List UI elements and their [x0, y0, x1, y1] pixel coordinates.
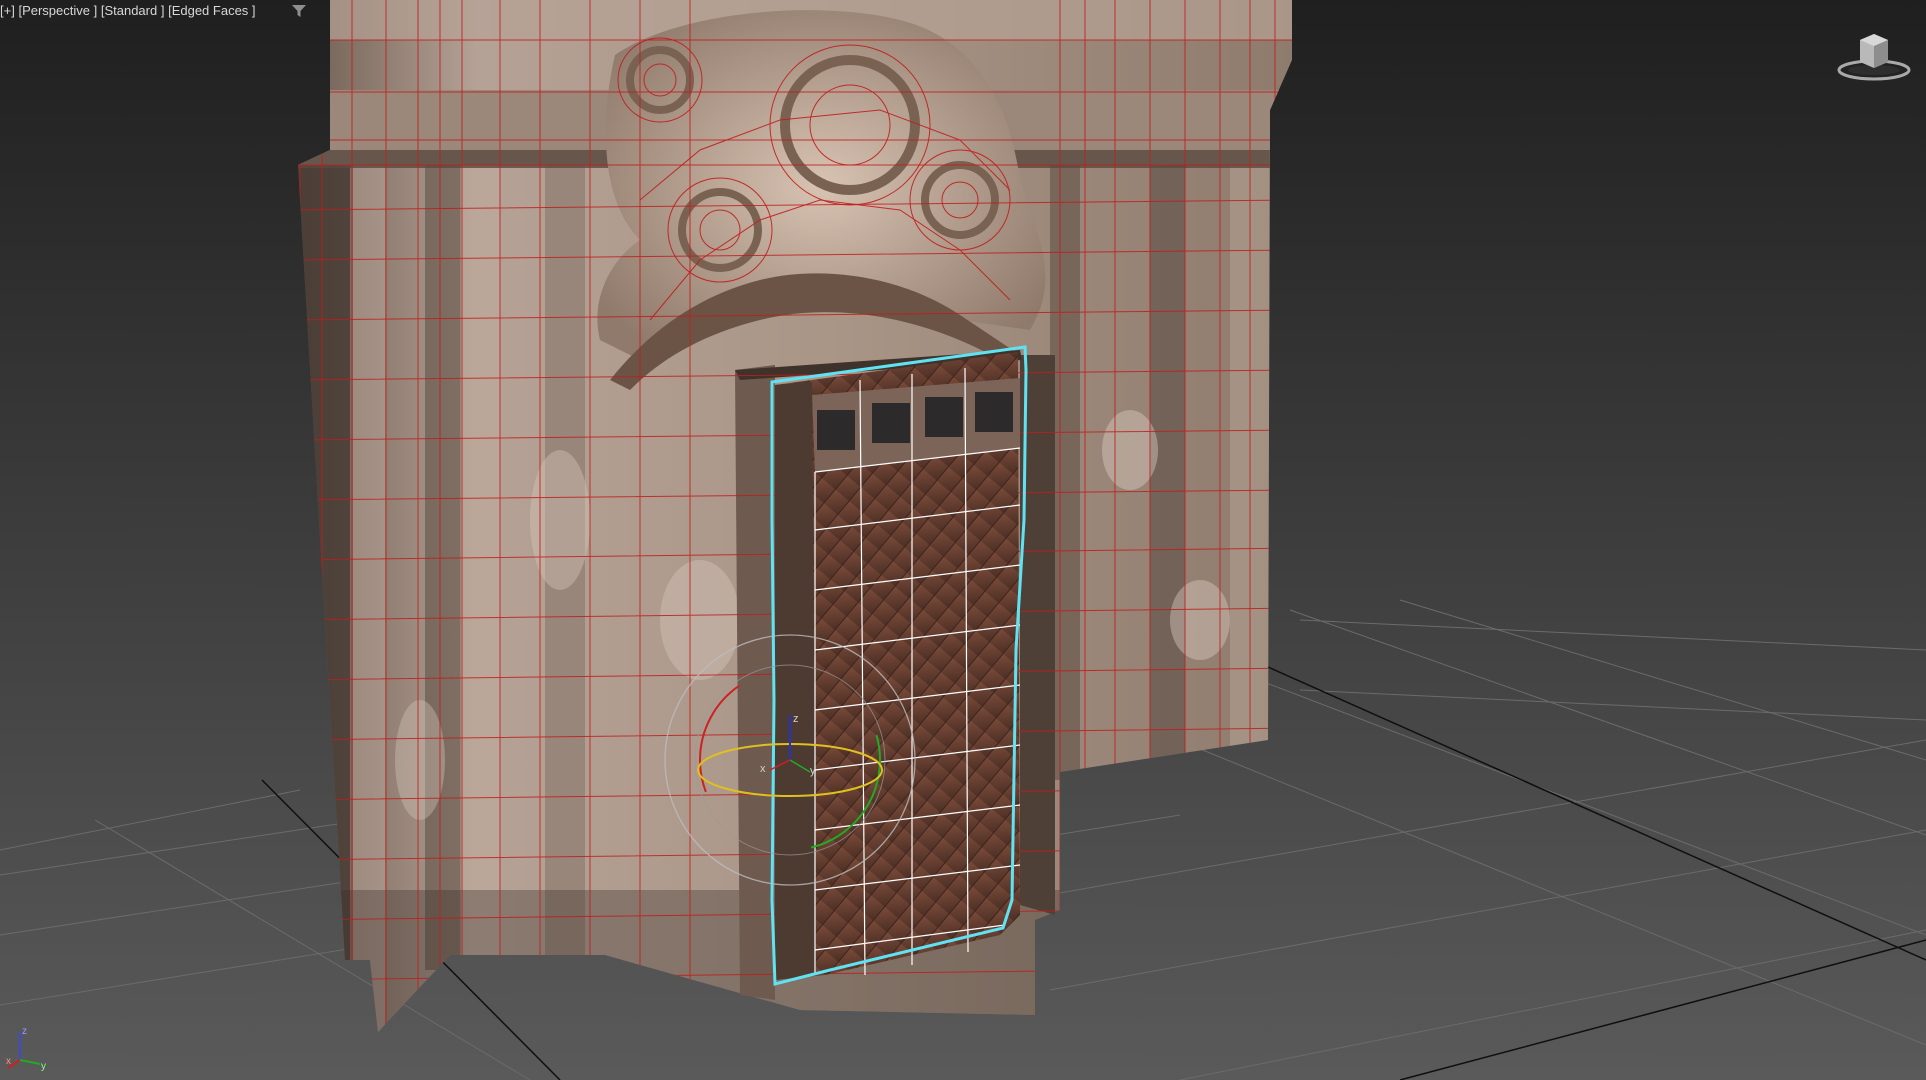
viewport-menu-display-mode[interactable]: [Edged Faces ] [168, 3, 255, 18]
scene-canvas[interactable]: x y z [0, 0, 1926, 1080]
viewcube-icon[interactable] [1836, 28, 1912, 84]
tripod-z-label: z [22, 1026, 27, 1037]
viewport-label: [+] [Perspective ] [Standard ] [Edged Fa… [0, 3, 256, 18]
world-axis-tripod: z x y [6, 1026, 46, 1072]
viewport-menu-general[interactable]: [+] [0, 3, 15, 18]
viewport-menu-shading[interactable]: [Standard ] [101, 3, 165, 18]
selected-door-object[interactable] [775, 352, 1020, 980]
filter-icon[interactable] [291, 4, 307, 18]
viewport-menu-perspective[interactable]: [Perspective ] [18, 3, 97, 18]
gizmo-axis-y-label: y [810, 765, 816, 777]
3d-viewport[interactable]: x y z [+] [Perspective ] [Standard ] [Ed… [0, 0, 1926, 1080]
gizmo-axis-z-label: z [793, 713, 799, 725]
tripod-y-label: y [41, 1061, 46, 1072]
gizmo-axis-x-label: x [760, 763, 766, 775]
tripod-x-label: x [6, 1056, 11, 1067]
